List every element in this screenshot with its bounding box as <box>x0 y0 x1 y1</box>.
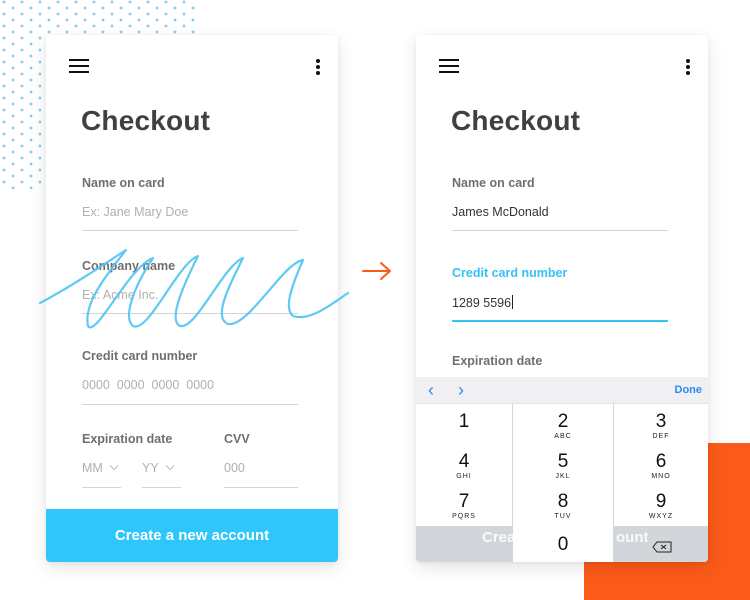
key-7[interactable]: 7 PQRS <box>416 491 512 521</box>
credit-card-number-underline <box>82 404 298 405</box>
key-letters: DEF <box>652 433 670 440</box>
company-name-placeholder[interactable]: Ex: Acme Inc. <box>82 288 158 302</box>
key-number: 9 <box>655 491 667 512</box>
cvv-placeholder[interactable]: 000 <box>224 461 245 475</box>
credit-card-number-value: 1289 5596 <box>452 296 512 310</box>
cvv-underline <box>224 487 298 488</box>
credit-card-number-field[interactable]: Credit card number 0000 0000 0000 0000 <box>82 349 298 405</box>
numeric-keypad: ‹ › Done 1 4 GHI 7 PQRS 2 ABC 5 JKL 8 TUV 0 3… <box>416 377 708 562</box>
key-6[interactable]: 6 MNO <box>614 451 708 481</box>
company-name-field[interactable]: Company name Ex: Acme Inc. <box>82 259 298 314</box>
more-options-icon[interactable] <box>684 59 692 77</box>
year-select[interactable]: YY <box>142 461 181 475</box>
credit-card-number-label: Credit card number <box>82 349 198 363</box>
checkout-card-after: Checkout Name on card James McDonald Cre… <box>416 35 708 562</box>
credit-card-number-underline-active <box>452 320 668 322</box>
key-letters: PQRS <box>452 513 476 520</box>
month-placeholder: MM <box>82 461 103 475</box>
keypad-column-1: 1 4 GHI 7 PQRS <box>416 404 512 526</box>
cta-ghost-text-right: ount <box>616 529 649 546</box>
keypad-column-3: 3 DEF 6 MNO 9 WXYZ <box>614 404 708 526</box>
hamburger-menu-icon[interactable] <box>439 59 459 73</box>
key-letters: WXYZ <box>648 513 674 520</box>
chevron-left-icon[interactable]: ‹ <box>428 381 434 399</box>
cvv-field[interactable]: CVV 000 <box>224 432 298 488</box>
key-9[interactable]: 9 WXYZ <box>614 491 708 521</box>
expiration-date-field: Expiration date <box>452 354 668 368</box>
name-on-card-value[interactable]: James McDonald <box>452 205 549 219</box>
month-underline <box>82 487 121 488</box>
chevron-right-icon[interactable]: › <box>458 381 464 399</box>
more-options-icon[interactable] <box>314 59 322 77</box>
key-1[interactable]: 1 <box>416 412 512 433</box>
keyboard-toolbar: ‹ › Done <box>416 377 708 404</box>
arrow-right-icon <box>362 262 391 280</box>
backspace-icon[interactable] <box>652 541 672 553</box>
page-title: Checkout <box>451 105 581 136</box>
key-2[interactable]: 2 ABC <box>513 411 613 441</box>
year-underline <box>142 487 181 488</box>
keypad-column-2: 2 ABC 5 JKL 8 TUV 0 <box>513 404 613 562</box>
key-letters: ABC <box>554 433 572 440</box>
expiration-date-field: Expiration date MM YY <box>82 432 202 488</box>
company-name-underline <box>82 313 298 314</box>
key-8[interactable]: 8 TUV <box>513 491 613 521</box>
company-name-label: Company name <box>82 259 176 273</box>
chevron-down-icon <box>109 461 119 471</box>
key-number: 1 <box>458 411 470 432</box>
expiration-date-label: Expiration date <box>82 432 173 446</box>
key-number: 6 <box>655 451 667 472</box>
name-on-card-placeholder[interactable]: Ex: Jane Mary Doe <box>82 205 188 219</box>
key-5[interactable]: 5 JKL <box>513 451 613 481</box>
create-account-button[interactable]: Create a new account <box>46 509 338 562</box>
key-letters: MNO <box>651 473 671 480</box>
key-4[interactable]: 4 GHI <box>416 451 512 481</box>
key-number: 5 <box>557 451 569 472</box>
key-number: 7 <box>458 491 470 512</box>
key-number: 8 <box>557 491 569 512</box>
key-3[interactable]: 3 DEF <box>614 411 708 441</box>
key-number: 3 <box>655 411 667 432</box>
chevron-down-icon <box>165 461 174 471</box>
year-placeholder: YY <box>142 461 159 475</box>
done-button[interactable]: Done <box>675 384 703 396</box>
name-on-card-field[interactable]: Name on card Ex: Jane Mary Doe <box>82 176 298 231</box>
cta-ghost-text-left: Crea <box>482 529 516 546</box>
name-on-card-label: Name on card <box>452 176 535 190</box>
key-number: 4 <box>458 451 470 472</box>
name-on-card-underline <box>452 230 668 231</box>
key-number: 2 <box>557 411 569 432</box>
month-select[interactable]: MM <box>82 461 121 475</box>
key-0[interactable]: 0 <box>513 535 613 555</box>
expiration-date-label: Expiration date <box>452 354 543 368</box>
name-on-card-field[interactable]: Name on card James McDonald <box>452 176 668 231</box>
hamburger-menu-icon[interactable] <box>69 59 89 73</box>
name-on-card-underline <box>82 230 298 231</box>
credit-card-number-placeholder[interactable]: 0000 0000 0000 0000 <box>82 378 214 392</box>
text-caret <box>512 295 514 309</box>
key-number: 0 <box>557 534 569 555</box>
key-letters: JKL <box>555 473 571 480</box>
cvv-label: CVV <box>224 432 250 446</box>
credit-card-number-label: Credit card number <box>452 266 568 280</box>
credit-card-number-field-active[interactable]: Credit card number 1289 5596 <box>452 266 668 322</box>
page-title: Checkout <box>81 105 211 136</box>
credit-card-number-input[interactable]: 1289 5596 <box>452 295 514 310</box>
checkout-card-before: Checkout Name on card Ex: Jane Mary Doe … <box>46 35 338 562</box>
key-letters: GHI <box>456 473 472 480</box>
name-on-card-label: Name on card <box>82 176 165 190</box>
key-letters: TUV <box>554 513 572 520</box>
